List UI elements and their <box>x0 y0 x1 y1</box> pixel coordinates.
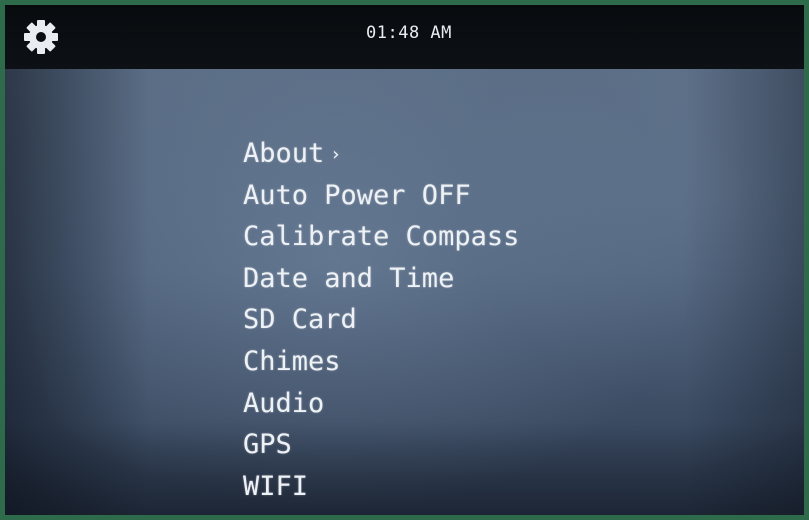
menu-item-sd-card[interactable]: SD Card <box>243 299 519 341</box>
menu-item-label: GPS <box>243 429 292 461</box>
settings-menu: About › Auto Power OFF Calibrate Compass … <box>243 133 519 507</box>
menu-item-date-and-time[interactable]: Date and Time <box>243 258 519 300</box>
menu-item-label: Audio <box>243 387 325 419</box>
settings-screen: About › Auto Power OFF Calibrate Compass … <box>5 69 804 515</box>
menu-item-about[interactable]: About › <box>243 133 519 175</box>
menu-item-auto-power-off[interactable]: Auto Power OFF <box>243 175 519 217</box>
menu-item-label: Calibrate Compass <box>243 221 520 253</box>
gear-icon[interactable] <box>23 19 59 55</box>
chevron-right-icon: › <box>330 144 342 165</box>
clock-time: 01:48 AM <box>366 23 452 43</box>
menu-item-label: Chimes <box>243 345 341 377</box>
menu-item-calibrate-compass[interactable]: Calibrate Compass <box>243 216 519 258</box>
menu-item-wifi[interactable]: WIFI <box>243 466 519 508</box>
menu-item-label: SD Card <box>243 304 357 336</box>
menu-item-chimes[interactable]: Chimes <box>243 341 519 383</box>
device-screen-frame: 01:48 AM About › Auto Power OFF Calibrate… <box>0 0 809 520</box>
menu-item-gps[interactable]: GPS <box>243 424 519 466</box>
status-bar: 01:48 AM <box>5 5 804 69</box>
menu-item-label: WIFI <box>243 470 309 502</box>
menu-item-label: Auto Power OFF <box>243 179 471 211</box>
menu-item-label: About <box>243 138 325 169</box>
menu-item-label: Date and Time <box>243 262 455 294</box>
menu-item-audio[interactable]: Audio <box>243 383 519 425</box>
